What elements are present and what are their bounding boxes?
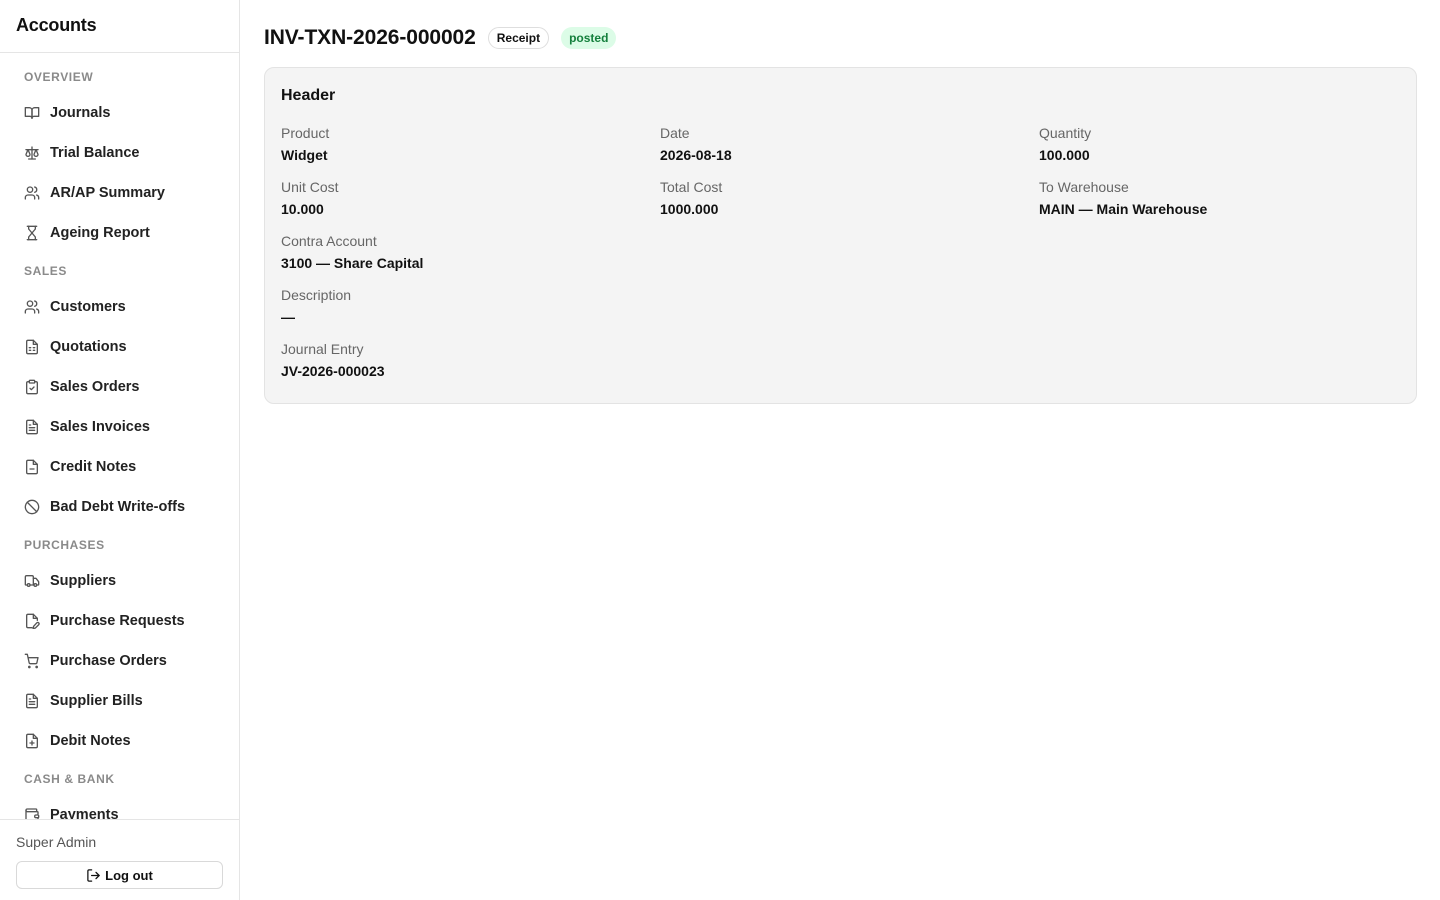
sidebar-item-sales-orders[interactable]: Sales Orders <box>8 367 231 407</box>
sidebar-item-label: Journals <box>50 105 111 121</box>
field-journal-entry: Journal Entry JV-2026-000023 <box>281 340 1400 380</box>
sidebar-item-label: Quotations <box>50 339 127 355</box>
field-label: Description <box>281 287 352 303</box>
sidebar-item-label: Debit Notes <box>50 733 131 749</box>
field-label: Quantity <box>1039 125 1092 141</box>
sidebar-nav: OVERVIEW Journals Trial Balance AR/AP Su… <box>0 53 239 819</box>
sidebar-item-purchase-requests[interactable]: Purchase Requests <box>8 601 231 641</box>
status-badge: posted <box>561 27 617 49</box>
wallet-icon <box>24 807 40 819</box>
nav-section-cash-bank: CASH & BANK <box>24 772 115 786</box>
logout-label: Log out <box>105 867 153 883</box>
sidebar-item-supplier-bills[interactable]: Supplier Bills <box>8 681 231 721</box>
field-to-warehouse: To Warehouse MAIN — Main Warehouse <box>1039 178 1400 218</box>
sidebar-item-label: Bad Debt Write-offs <box>50 499 186 515</box>
field-label: Unit Cost <box>281 179 339 195</box>
card-title: Header <box>281 87 336 104</box>
ban-icon <box>24 499 40 515</box>
field-value: 2026-08-18 <box>660 147 732 163</box>
detail-grid: Product Widget Date 2026-08-18 Quantity … <box>281 124 1400 380</box>
file-text-icon <box>24 693 40 709</box>
sidebar-item-label: AR/AP Summary <box>50 185 165 201</box>
nav-section-purchases: PURCHASES <box>24 538 105 552</box>
sidebar-item-credit-notes[interactable]: Credit Notes <box>8 447 231 487</box>
field-label: Journal Entry <box>281 341 364 357</box>
field-contra-account: Contra Account 3100 — Share Capital <box>281 232 660 272</box>
sidebar-item-trial-balance[interactable]: Trial Balance <box>8 133 231 173</box>
field-label: Date <box>660 125 690 141</box>
sidebar-item-label: Customers <box>50 299 126 315</box>
type-badge: Receipt <box>487 27 550 49</box>
sidebar-item-debit-notes[interactable]: Debit Notes <box>8 721 231 761</box>
field-label: Total Cost <box>660 179 723 195</box>
sidebar-item-ageing-report[interactable]: Ageing Report <box>8 213 231 253</box>
field-value: 3100 — Share Capital <box>281 255 424 271</box>
user-name: Super Admin <box>16 834 97 850</box>
sidebar-item-label: Payments <box>50 807 119 819</box>
sidebar-item-label: Sales Invoices <box>50 419 150 435</box>
sidebar-item-purchase-orders[interactable]: Purchase Orders <box>8 641 231 681</box>
field-value: — <box>281 309 295 325</box>
field-value: JV-2026-000023 <box>281 363 385 379</box>
log-out-icon <box>86 868 101 883</box>
sidebar-item-label: Trial Balance <box>50 145 140 161</box>
field-value: Widget <box>281 147 328 163</box>
sidebar-item-payments[interactable]: Payments <box>8 795 231 819</box>
hourglass-icon <box>24 225 40 241</box>
header-card: Header Product Widget Date 2026-08-18 Qu… <box>264 67 1417 404</box>
sidebar-item-journals[interactable]: Journals <box>8 93 231 133</box>
sidebar-item-sales-invoices[interactable]: Sales Invoices <box>8 407 231 447</box>
users-icon <box>24 299 40 315</box>
truck-icon <box>24 573 40 589</box>
field-quantity: Quantity 100.000 <box>1039 124 1400 164</box>
sidebar-item-label: Suppliers <box>50 573 117 589</box>
file-text-icon <box>24 419 40 435</box>
sidebar-item-label: Purchase Requests <box>50 613 185 629</box>
field-label: Product <box>281 125 330 141</box>
sidebar-item-label: Purchase Orders <box>50 653 167 669</box>
field-label: Contra Account <box>281 233 377 249</box>
sidebar: Accounts OVERVIEW Journals Trial Balance… <box>0 0 240 900</box>
main-content: INV-TXN-2026-000002 Receipt posted Heade… <box>240 0 1440 900</box>
field-unit-cost: Unit Cost 10.000 <box>281 178 660 218</box>
page-header: INV-TXN-2026-000002 Receipt posted <box>264 24 1417 52</box>
file-spreadsheet-icon <box>24 339 40 355</box>
nav-section-sales: SALES <box>24 264 68 278</box>
sidebar-item-label: Sales Orders <box>50 379 140 395</box>
nav-section-overview: OVERVIEW <box>24 70 94 84</box>
shopping-cart-icon <box>24 653 40 669</box>
field-value: 1000.000 <box>660 201 719 217</box>
field-value: 10.000 <box>281 201 324 217</box>
sidebar-item-customers[interactable]: Customers <box>8 287 231 327</box>
file-minus-icon <box>24 459 40 475</box>
sidebar-item-bad-debt-write-offs[interactable]: Bad Debt Write-offs <box>8 487 231 527</box>
sidebar-item-label: Supplier Bills <box>50 693 143 709</box>
app-title: Accounts <box>0 0 239 53</box>
sidebar-item-label: Ageing Report <box>50 225 150 241</box>
logout-button[interactable]: Log out <box>16 861 223 889</box>
field-value: MAIN — Main Warehouse <box>1039 201 1208 217</box>
clipboard-check-icon <box>24 379 40 395</box>
sidebar-item-quotations[interactable]: Quotations <box>8 327 231 367</box>
sidebar-footer: Super Admin Log out <box>0 819 239 900</box>
field-total-cost: Total Cost 1000.000 <box>660 178 1039 218</box>
sidebar-item-suppliers[interactable]: Suppliers <box>8 561 231 601</box>
field-value: 100.000 <box>1039 147 1090 163</box>
field-label: To Warehouse <box>1039 179 1129 195</box>
file-plus-icon <box>24 733 40 749</box>
sidebar-item-label: Credit Notes <box>50 459 137 475</box>
users-icon <box>24 185 40 201</box>
scale-icon <box>24 145 40 161</box>
field-product: Product Widget <box>281 124 660 164</box>
field-description: Description — <box>281 286 1400 326</box>
field-date: Date 2026-08-18 <box>660 124 1039 164</box>
file-pen-icon <box>24 613 40 629</box>
sidebar-item-arap-summary[interactable]: AR/AP Summary <box>8 173 231 213</box>
page-title: INV-TXN-2026-000002 <box>264 26 476 49</box>
book-open-icon <box>24 105 40 121</box>
